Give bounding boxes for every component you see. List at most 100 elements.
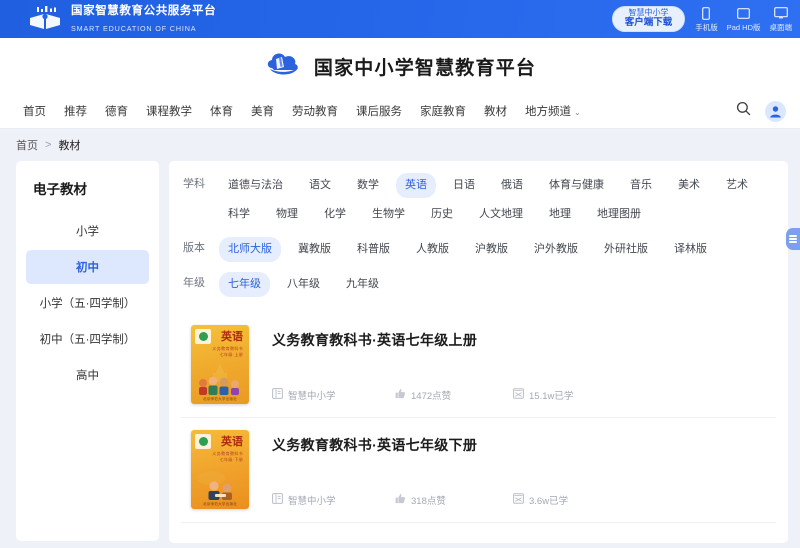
book-list: 英语 义务教育教科书 七年级·上册 北京师范大学出版社 义务教育教科书·英语七年… xyxy=(181,313,776,523)
sidebar-item-junior-high[interactable]: 初中 xyxy=(26,250,149,284)
book-list-item[interactable]: 英语 义务教育教科书 七年级·上册 北京师范大学出版社 义务教育教科书·英语七年… xyxy=(181,313,776,418)
book-stat-learners-label: 15.1w已学 xyxy=(529,391,574,402)
book-cover-publisher: 北京师范大学出版社 xyxy=(202,502,238,506)
sidebar-item-primary[interactable]: 小学 xyxy=(26,214,149,248)
filter-option-huwaijiao[interactable]: 沪外教版 xyxy=(525,237,587,262)
book-cover-subtitle: 义务教育教科书 七年级·上册 xyxy=(212,346,243,358)
nav-item-aesthetic-education[interactable]: 美育 xyxy=(242,103,283,119)
filter-option-jijiao[interactable]: 冀教版 xyxy=(289,237,340,262)
book-cover-illustration xyxy=(197,471,232,500)
filter-option-grade-8[interactable]: 八年级 xyxy=(278,272,329,297)
filter-option-japanese[interactable]: 日语 xyxy=(444,173,484,198)
download-button-line2: 客户端下载 xyxy=(624,16,673,28)
device-link-phone[interactable]: 手机版 xyxy=(695,6,718,33)
chevron-down-icon: ⌄ xyxy=(574,107,581,117)
nav-item-textbooks[interactable]: 教材 xyxy=(475,103,516,119)
publisher-seal-icon xyxy=(195,329,211,344)
filter-option-history[interactable]: 历史 xyxy=(422,202,462,227)
nav-item-home[interactable]: 首页 xyxy=(14,103,55,119)
book-cover-title: 英语 xyxy=(221,436,243,448)
thumbs-up-icon xyxy=(395,493,406,507)
client-download-button[interactable]: 智慧中小学 客户端下载 xyxy=(611,5,686,33)
book-stat-likes: 1472点赞 xyxy=(395,388,513,402)
side-panel-toggle-icon[interactable] xyxy=(786,228,800,250)
book-stat-likes-label: 318点赞 xyxy=(411,496,446,507)
sidebar-item-senior-high[interactable]: 高中 xyxy=(26,358,149,392)
main-nav: 首页 推荐 德育 课程教学 体育 美育 劳动教育 课后服务 家庭教育 教材 地方… xyxy=(0,94,800,129)
filter-row-grade: 年级 七年级 八年级 九年级 xyxy=(181,270,776,299)
filter-option-geography-atlas[interactable]: 地理图册 xyxy=(588,202,650,227)
filter-option-human-geography[interactable]: 人文地理 xyxy=(470,202,532,227)
device-link-desktop-label: 桌面端 xyxy=(769,22,793,32)
filter-option-science[interactable]: 科学 xyxy=(219,202,259,227)
filter-option-chinese[interactable]: 语文 xyxy=(300,173,340,198)
filter-option-music[interactable]: 音乐 xyxy=(621,173,661,198)
breadcrumb-home[interactable]: 首页 xyxy=(16,137,38,153)
filter-option-fine-arts[interactable]: 美术 xyxy=(669,173,709,198)
tablet-icon xyxy=(727,6,761,21)
filter-option-arts[interactable]: 艺术 xyxy=(717,173,757,198)
open-book-logo-icon xyxy=(28,6,62,32)
top-banner: 国家智慧教育公共服务平台 SMART EDUCATION OF CHINA 智慧… xyxy=(0,0,800,38)
platform-logo-en: SMART EDUCATION OF CHINA xyxy=(71,24,197,33)
filter-option-renjiao[interactable]: 人教版 xyxy=(407,237,458,262)
breadcrumb-current: 教材 xyxy=(58,140,81,152)
institution-icon xyxy=(272,493,283,507)
study-book-icon xyxy=(513,388,524,402)
filter-option-physics[interactable]: 物理 xyxy=(267,202,307,227)
filter-option-moral-law[interactable]: 道德与法治 xyxy=(219,173,292,198)
filter-option-chemistry[interactable]: 化学 xyxy=(315,202,355,227)
filter-row-subject: 学科 道德与法治 语文 数学 英语 日语 俄语 体育与健康 音乐 美术 艺术 科… xyxy=(181,171,776,229)
filter-option-english[interactable]: 英语 xyxy=(396,173,436,198)
filter-option-hujiao[interactable]: 沪教版 xyxy=(466,237,517,262)
filter-option-waiyanshe[interactable]: 外研社版 xyxy=(595,237,657,262)
filter-option-grade-9[interactable]: 九年级 xyxy=(337,272,388,297)
book-stat-publisher-label: 智慧中小学 xyxy=(288,391,336,402)
phone-icon xyxy=(695,6,718,21)
book-stat-learners-label: 3.6w已学 xyxy=(529,496,569,507)
publisher-seal-icon xyxy=(195,434,211,449)
nav-item-local-channel[interactable]: 地方频道 ⌄ xyxy=(516,103,590,119)
book-info: 义务教育教科书·英语七年级下册 智慧中小学 318点赞 3.6w已学 xyxy=(249,430,768,509)
filter-option-pe-health[interactable]: 体育与健康 xyxy=(540,173,613,198)
device-link-desktop[interactable]: 桌面端 xyxy=(769,6,793,33)
book-cover-thumbnail: 英语 义务教育教科书 七年级·上册 北京师范大学出版社 xyxy=(191,325,249,404)
filter-option-russian[interactable]: 俄语 xyxy=(492,173,532,198)
book-stat-learners: 15.1w已学 xyxy=(513,388,573,402)
book-list-item[interactable]: 英语 义务教育教科书 七年级·下册 北京师范大学出版社 义务教育教科书·英语七年级… xyxy=(181,418,776,523)
filter-option-kepu[interactable]: 科普版 xyxy=(348,237,399,262)
nav-item-labor-education[interactable]: 劳动教育 xyxy=(283,103,347,119)
sidebar-item-junior-high-54[interactable]: 初中（五·四学制） xyxy=(26,322,149,356)
filter-option-geography[interactable]: 地理 xyxy=(540,202,580,227)
user-avatar-icon[interactable] xyxy=(765,100,786,122)
filter-option-yilin[interactable]: 译林版 xyxy=(665,237,716,262)
filter-option-beishida[interactable]: 北师大版 xyxy=(219,237,281,262)
institution-icon xyxy=(272,388,283,402)
search-icon[interactable] xyxy=(736,101,751,121)
platform-logo-cn: 国家智慧教育公共服务平台 xyxy=(71,5,217,18)
nav-item-course-teaching[interactable]: 课程教学 xyxy=(137,103,201,119)
filter-options-grade: 七年级 八年级 九年级 xyxy=(215,270,776,299)
breadcrumb: 首页 > 教材 xyxy=(0,129,800,161)
top-banner-actions: 智慧中小学 客户端下载 手机版 Pad HD版 桌面端 xyxy=(611,0,793,38)
device-link-tablet-label: Pad HD版 xyxy=(726,22,761,32)
sidebar-item-primary-54[interactable]: 小学（五·四学制） xyxy=(26,286,149,320)
cloud-book-icon xyxy=(264,48,304,85)
nav-item-local-channel-label: 地方频道 xyxy=(525,106,571,118)
platform-logo[interactable]: 国家智慧教育公共服务平台 SMART EDUCATION OF CHINA xyxy=(28,2,216,36)
filter-option-grade-7[interactable]: 七年级 xyxy=(219,272,270,297)
book-stat-publisher: 智慧中小学 xyxy=(272,388,395,402)
nav-item-recommend[interactable]: 推荐 xyxy=(55,103,96,119)
page-root: 国家智慧教育公共服务平台 SMART EDUCATION OF CHINA 智慧… xyxy=(0,0,800,548)
thumbs-up-icon xyxy=(395,388,406,402)
book-cover-subtitle: 义务教育教科书 七年级·下册 xyxy=(212,451,243,463)
main-nav-items: 首页 推荐 德育 课程教学 体育 美育 劳动教育 课后服务 家庭教育 教材 地方… xyxy=(14,103,590,119)
nav-item-physical-education[interactable]: 体育 xyxy=(201,103,242,119)
nav-item-moral-education[interactable]: 德育 xyxy=(96,103,137,119)
filter-option-math[interactable]: 数学 xyxy=(348,173,388,198)
study-book-icon xyxy=(513,493,524,507)
nav-item-after-school-service[interactable]: 课后服务 xyxy=(347,103,411,119)
nav-item-family-education[interactable]: 家庭教育 xyxy=(411,103,475,119)
filter-option-biology[interactable]: 生物学 xyxy=(363,202,414,227)
device-link-tablet[interactable]: Pad HD版 xyxy=(727,6,761,33)
